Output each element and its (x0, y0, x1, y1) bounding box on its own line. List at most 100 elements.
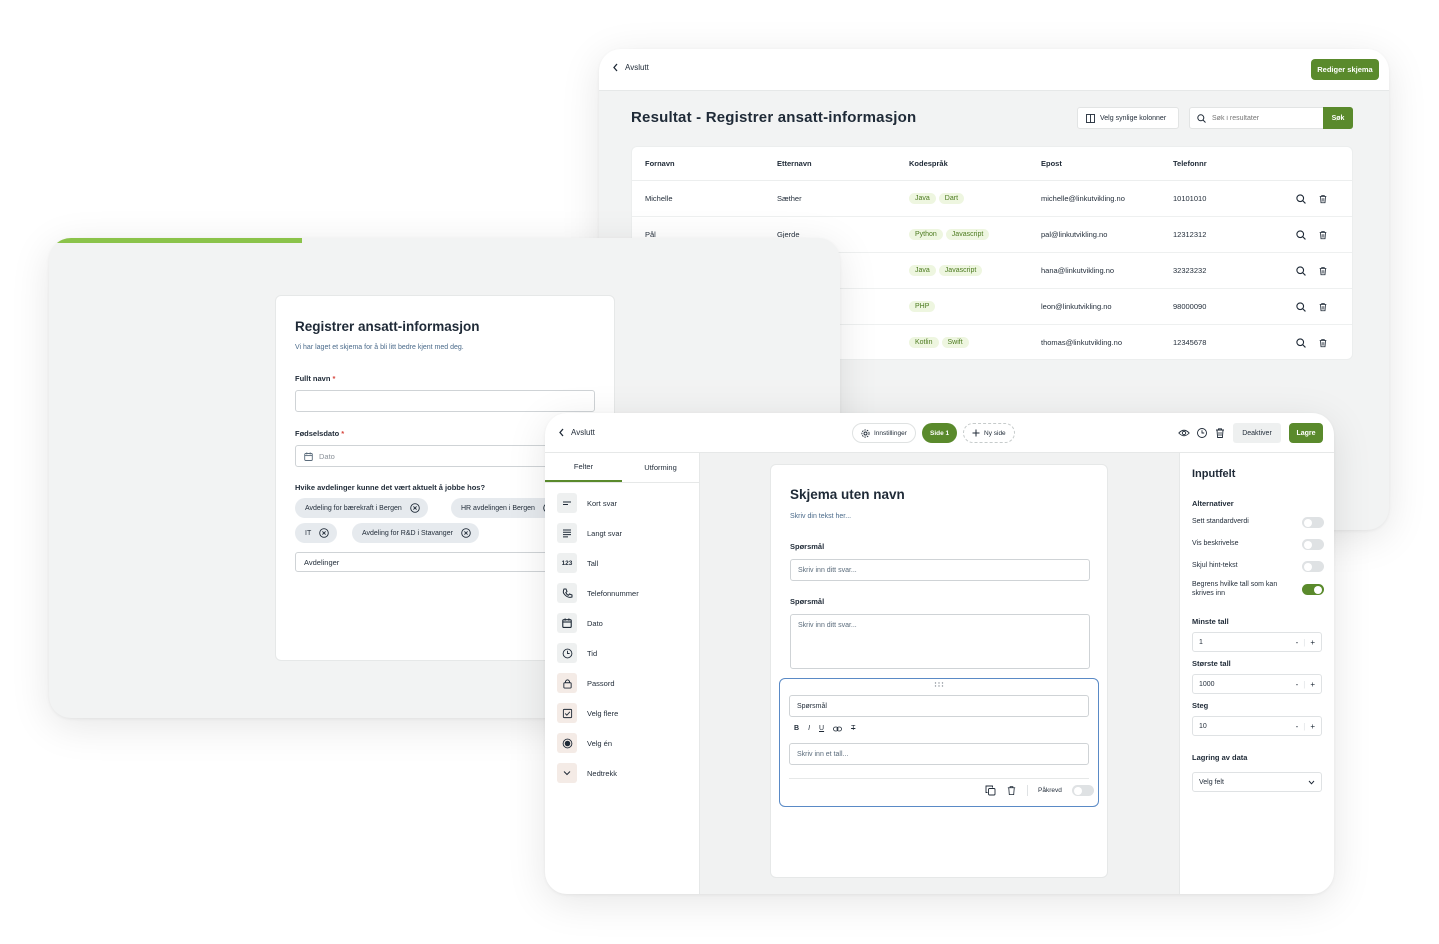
field-type-1[interactable]: Kort svar (545, 488, 699, 518)
close-circle-icon[interactable] (319, 528, 329, 538)
field-palette: Felter Utforming Kort svar Langt svar 123 T… (545, 453, 700, 894)
field-type-2[interactable]: Langt svar (545, 518, 699, 548)
close-circle-icon[interactable] (461, 528, 471, 538)
header-first-name[interactable]: Fornavn (632, 159, 764, 168)
edit-form-button[interactable]: Rediger skjema (1311, 59, 1379, 80)
settings-button[interactable]: Innstillinger (852, 423, 916, 443)
field-type-10[interactable]: Nedtrekk (545, 758, 699, 788)
clock-icon (557, 643, 577, 663)
option-toggle[interactable] (1302, 517, 1324, 528)
min-number-input[interactable]: 1- | + (1192, 632, 1322, 652)
header-last-name[interactable]: Etternavn (764, 159, 896, 168)
department-chip[interactable]: Avdeling for bærekraft i Bergen (295, 498, 428, 518)
trash-icon[interactable] (1006, 785, 1017, 796)
trash-icon[interactable] (1318, 230, 1328, 240)
field-type-9[interactable]: Velg én (545, 728, 699, 758)
history-icon[interactable] (1196, 427, 1208, 439)
number-input-preview[interactable]: Skriv inn et tall... (789, 743, 1089, 765)
decrement-button[interactable]: - (1296, 680, 1299, 689)
clear-format-button[interactable]: T (851, 725, 855, 732)
header-languages[interactable]: Kodespråk (896, 159, 1028, 168)
field-type-7[interactable]: Passord (545, 668, 699, 698)
bold-button[interactable]: B (794, 725, 799, 732)
option-toggle[interactable] (1302, 584, 1324, 596)
cell-languages: Kotlin Swift (896, 337, 1028, 348)
tab-design[interactable]: Utforming (622, 453, 699, 482)
deactivate-button[interactable]: Deaktiver (1233, 423, 1281, 443)
link-icon[interactable] (833, 726, 842, 732)
cell-phone: 12345678 (1173, 338, 1207, 347)
step-input[interactable]: 10- | + (1192, 716, 1322, 736)
page-tab-1[interactable]: Side 1 (922, 423, 958, 443)
increment-button[interactable]: + (1310, 638, 1315, 647)
close-circle-icon[interactable] (410, 503, 420, 513)
search-icon[interactable] (1296, 301, 1306, 312)
department-chip[interactable]: IT (295, 523, 338, 543)
departments-placeholder: Avdelinger (304, 557, 340, 567)
required-toggle[interactable] (1071, 785, 1094, 796)
search-icon[interactable] (1296, 337, 1306, 348)
full-name-input[interactable] (295, 390, 595, 412)
decrement-button[interactable]: - (1296, 722, 1299, 731)
field-type-label: Dato (587, 618, 603, 628)
department-chip[interactable]: Avdeling for R&D i Stavanger (352, 523, 479, 543)
chip-label: HR avdelingen i Bergen (461, 504, 535, 512)
long-answer-input[interactable]: Skriv inn ditt svar... (790, 614, 1090, 669)
trash-icon[interactable] (1214, 427, 1226, 439)
option-row: Skjul hint-tekst (1192, 561, 1324, 572)
question-title-input[interactable]: Spørsmål (789, 695, 1089, 717)
increment-button[interactable]: + (1310, 722, 1315, 731)
option-toggle[interactable] (1302, 539, 1324, 550)
builder-back-link[interactable]: Avslutt (558, 428, 595, 437)
cell-email: leon@linkutvikling.no (1041, 302, 1112, 311)
field-type-label: Passord (587, 678, 615, 688)
field-type-label: Langt svar (587, 528, 623, 538)
card-divider (789, 778, 1089, 779)
tab-fields[interactable]: Felter (545, 453, 622, 482)
trash-icon[interactable] (1318, 194, 1328, 204)
underline-button[interactable]: U (819, 725, 824, 732)
trash-icon[interactable] (1318, 338, 1328, 348)
header-email[interactable]: Epost (1028, 159, 1160, 168)
max-number-input[interactable]: 1000- | + (1192, 674, 1322, 694)
short-answer-input[interactable]: Skriv inn ditt svar... (790, 559, 1090, 581)
new-page-button[interactable]: Ny side (963, 423, 1015, 443)
field-type-5[interactable]: Dato (545, 608, 699, 638)
table-row[interactable]: Michelle Sæther Java Dart michelle@linkutvik… (632, 181, 1352, 217)
min-number-label: Minste tall (1192, 617, 1229, 626)
canvas-form-title[interactable]: Skjema uten navn (790, 487, 905, 502)
search-button[interactable]: Søk (1323, 107, 1353, 129)
decrement-button[interactable]: - (1296, 638, 1299, 647)
drag-handle-icon[interactable] (934, 682, 944, 687)
option-toggle[interactable] (1302, 561, 1324, 572)
selected-number-field[interactable]: Spørsmål B I U T Skriv inn et tall... På… (779, 678, 1099, 807)
field-type-label: Tall (587, 558, 599, 568)
data-storage-select[interactable]: Velg felt (1192, 772, 1322, 792)
number-glyph: 123 (561, 559, 573, 567)
trash-icon[interactable] (1318, 266, 1328, 276)
field-type-4[interactable]: Telefonnummer (545, 578, 699, 608)
increment-button[interactable]: + (1310, 680, 1315, 689)
canvas-form-description[interactable]: Skriv din tekst her... (790, 513, 851, 520)
cell-phone: 32323232 (1173, 266, 1207, 275)
visible-columns-button[interactable]: Velg synlige kolonner (1077, 107, 1179, 129)
italic-button[interactable]: I (808, 725, 810, 732)
copy-icon[interactable] (985, 785, 996, 796)
save-button[interactable]: Lagre (1289, 423, 1323, 443)
field-type-8[interactable]: Velg flere (545, 698, 699, 728)
results-back-link[interactable]: Avslutt (612, 63, 649, 72)
eye-icon[interactable] (1178, 427, 1190, 439)
cell-languages: PHP (896, 301, 1028, 312)
results-search[interactable] (1189, 107, 1324, 129)
field-type-3[interactable]: 123 Tall (545, 548, 699, 578)
trash-icon[interactable] (1318, 302, 1328, 312)
header-phone[interactable]: Telefonnr (1160, 159, 1280, 168)
field-type-6[interactable]: Tid (545, 638, 699, 668)
search-icon[interactable] (1296, 193, 1306, 204)
option-row: Begrens hvilke tall som kan skrives inn (1192, 581, 1324, 599)
language-tag: Java (909, 265, 936, 276)
search-icon[interactable] (1296, 265, 1306, 276)
date-placeholder: Dato (319, 451, 335, 461)
results-search-input[interactable] (1212, 114, 1312, 122)
search-icon[interactable] (1296, 229, 1306, 240)
